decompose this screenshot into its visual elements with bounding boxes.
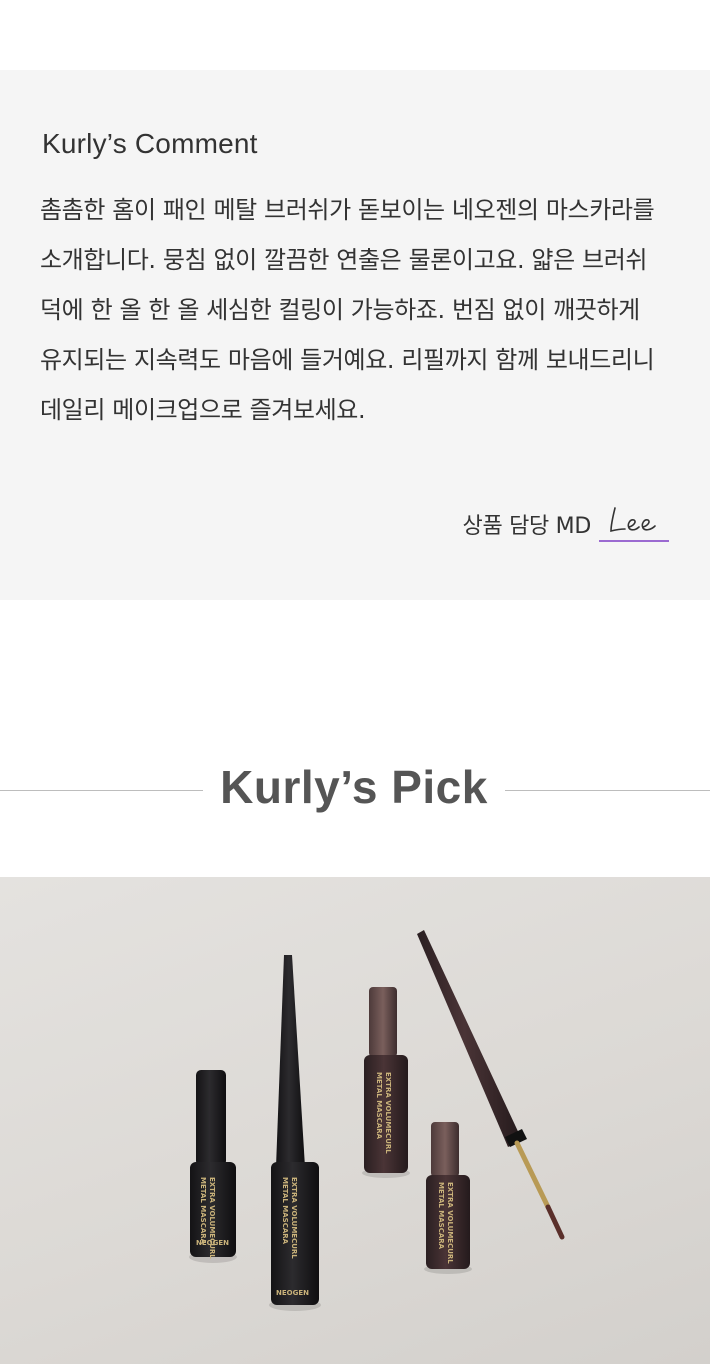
tall-black-brand: NEOGEN [276, 1289, 309, 1297]
md-label: 상품 담당 MD [462, 514, 592, 539]
small-black-brand: NEOGEN [196, 1239, 229, 1247]
pick-title: Kurly’s Pick [220, 761, 488, 813]
comment-title: Kurly’s Comment [42, 128, 258, 159]
brown-upper-label-2: METAL MASCARA [375, 1072, 383, 1140]
brown-lower-label-2: METAL MASCARA [437, 1182, 445, 1250]
md-signature [599, 500, 669, 542]
mascara-brown-upper: EXTRA VOLUMECURL METAL MASCARA [362, 987, 410, 1178]
mascara-brown-lower: EXTRA VOLUMECURL METAL MASCARA [424, 1122, 472, 1274]
product-detail-page: Kurly’s Comment 촘촘한 홈이 패인 메탈 브러쉬가 돋보이는 네… [0, 0, 710, 1364]
signature-icon [610, 507, 656, 533]
eyeliner-tall-black: EXTRA VOLUMECURL METAL MASCARA NEOGEN [269, 955, 321, 1311]
mascara-small-black: EXTRA VOLUMECURL METAL MASCARA NEOGEN [189, 1070, 237, 1263]
pick-divider-right [505, 790, 710, 791]
md-signature-row: 상품 담당 MD [463, 500, 669, 542]
brown-lower-label-1: EXTRA VOLUMECURL [446, 1182, 454, 1264]
tall-black-label-2: METAL MASCARA [281, 1177, 289, 1245]
pick-divider-left [0, 790, 203, 791]
product-photo: EXTRA VOLUMECURL METAL MASCARA NEOGEN EX… [0, 877, 710, 1364]
small-black-label-2: METAL MASCARA [199, 1177, 207, 1245]
mascara-set-illustration: EXTRA VOLUMECURL METAL MASCARA NEOGEN EX… [189, 930, 565, 1311]
comment-body: 촘촘한 홈이 패인 메탈 브러쉬가 돋보이는 네오젠의 마스카라를 소개합니다.… [40, 196, 655, 424]
tall-black-label-1: EXTRA VOLUMECURL [290, 1177, 298, 1259]
brown-upper-label-1: EXTRA VOLUMECURL [384, 1072, 392, 1154]
